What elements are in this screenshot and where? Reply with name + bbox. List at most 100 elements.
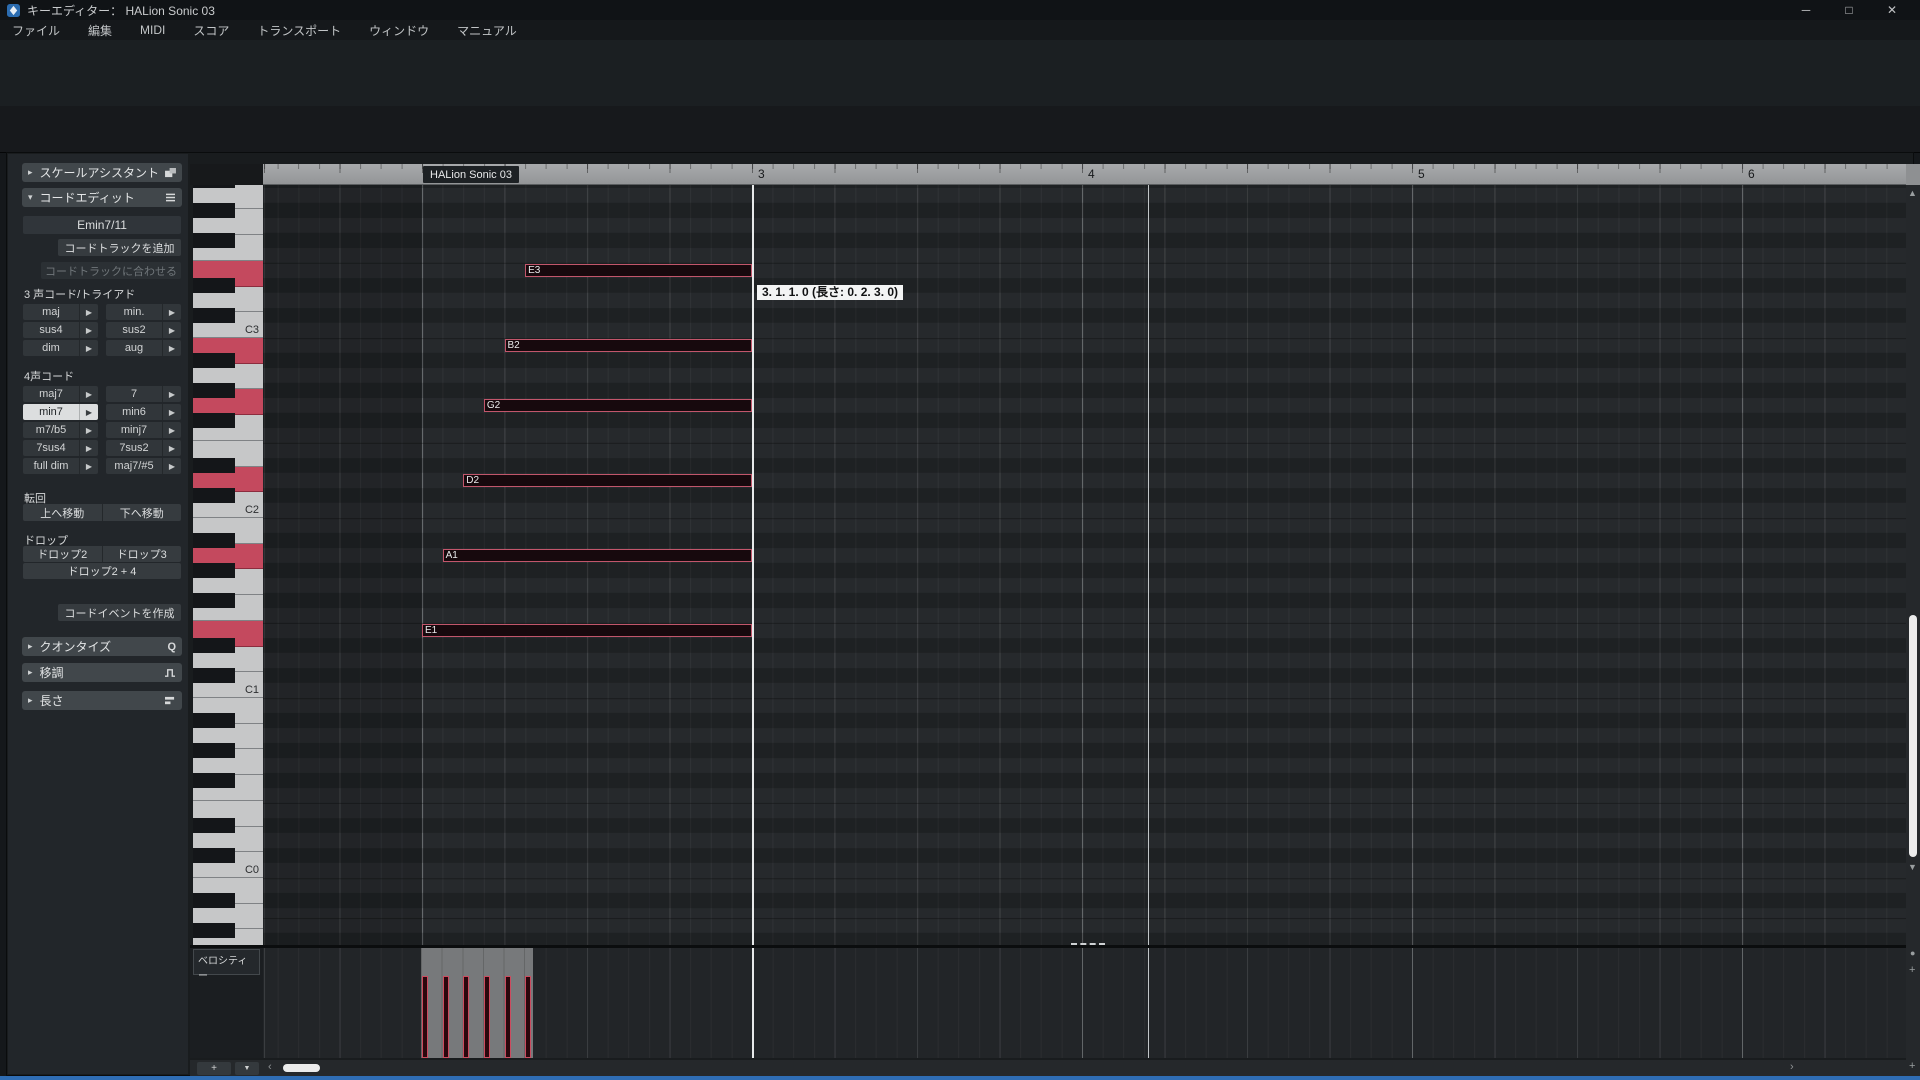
- velocity-bar-B2[interactable]: [505, 976, 511, 1058]
- chord-play-arrow[interactable]: ▶: [79, 404, 98, 420]
- midi-note-E3[interactable]: E3: [525, 264, 752, 277]
- timeline-ruler[interactable]: 3 4 5 6 HALion Sonic 03: [263, 164, 1906, 185]
- chord-button-aug[interactable]: aug▶: [106, 340, 181, 356]
- black-key[interactable]: [193, 458, 235, 473]
- black-key[interactable]: [193, 488, 235, 503]
- vertical-zoom-plus[interactable]: +: [1909, 964, 1915, 976]
- chord-button-minj7[interactable]: minj7▶: [106, 422, 181, 438]
- menu-edit[interactable]: 編集: [88, 22, 112, 39]
- velocity-bar-A1[interactable]: [443, 976, 449, 1058]
- chord-button-maj75[interactable]: maj7/#5▶: [106, 458, 181, 474]
- menu-manual[interactable]: マニュアル: [457, 22, 517, 39]
- chord-button-m7b5[interactable]: m7/b5▶: [23, 422, 98, 438]
- piano-keyboard[interactable]: C3C2C1C0: [193, 185, 263, 945]
- lane-preset-dropdown[interactable]: ▼: [235, 1062, 259, 1075]
- scroll-right-arrow[interactable]: ›: [1790, 1061, 1794, 1073]
- close-button[interactable]: ✕: [1884, 3, 1900, 17]
- length-section[interactable]: ▸ 長さ: [22, 691, 182, 710]
- chord-button-7sus4[interactable]: 7sus4▶: [23, 440, 98, 456]
- vertical-scrollbar-thumb[interactable]: [1909, 615, 1917, 857]
- chord-play-arrow[interactable]: ▶: [79, 422, 98, 438]
- black-key[interactable]: [193, 818, 235, 833]
- chord-play-arrow[interactable]: ▶: [162, 386, 181, 402]
- midi-note-G2[interactable]: G2: [484, 399, 752, 412]
- black-key[interactable]: [193, 668, 235, 683]
- chord-button-maj[interactable]: maj▶: [23, 304, 98, 320]
- scroll-up-arrow[interactable]: ▲: [1908, 188, 1917, 198]
- drop3-button[interactable]: ドロップ3: [102, 546, 182, 562]
- chord-play-arrow[interactable]: ▶: [79, 340, 98, 356]
- zoom-slider-dot[interactable]: ●: [1910, 948, 1915, 958]
- black-key[interactable]: [193, 383, 235, 398]
- chord-button-dim[interactable]: dim▶: [23, 340, 98, 356]
- transpose-section[interactable]: ▸ 移調: [22, 663, 182, 682]
- velocity-bar-E1[interactable]: [422, 976, 428, 1058]
- velocity-lane-label[interactable]: ベロシティー: [193, 949, 260, 975]
- black-key[interactable]: [193, 533, 235, 548]
- black-key[interactable]: [193, 353, 235, 368]
- midi-note-A1[interactable]: A1: [443, 549, 752, 562]
- move-up-inversion-button[interactable]: 上へ移動: [23, 504, 102, 521]
- chord-button-sus2[interactable]: sus2▶: [106, 322, 181, 338]
- drop2-button[interactable]: ドロップ2: [23, 546, 102, 562]
- black-key[interactable]: [193, 563, 235, 578]
- chord-play-arrow[interactable]: ▶: [79, 386, 98, 402]
- move-down-inversion-button[interactable]: 下へ移動: [102, 504, 182, 521]
- velocity-lane[interactable]: [263, 948, 1906, 1058]
- menu-transport[interactable]: トランスポート: [257, 22, 341, 39]
- create-chord-event-button[interactable]: コードイベントを作成: [58, 604, 181, 621]
- chord-edit-section[interactable]: ▾ コードエディット: [22, 188, 182, 207]
- add-chord-track-button[interactable]: コードトラックを追加: [58, 239, 181, 256]
- chord-play-arrow[interactable]: ▶: [162, 440, 181, 456]
- match-chord-track-button[interactable]: コードトラックに合わせる: [41, 262, 181, 279]
- black-key[interactable]: [193, 773, 235, 788]
- menu-file[interactable]: ファイル: [12, 22, 60, 39]
- horizontal-zoom-plus[interactable]: +: [1909, 1060, 1915, 1072]
- chord-button-fulldim[interactable]: full dim▶: [23, 458, 98, 474]
- black-key[interactable]: [193, 743, 235, 758]
- chord-play-arrow[interactable]: ▶: [162, 422, 181, 438]
- black-key[interactable]: [193, 203, 235, 218]
- black-key[interactable]: [193, 713, 235, 728]
- part-name-tab[interactable]: HALion Sonic 03: [423, 166, 519, 183]
- chord-play-arrow[interactable]: ▶: [162, 322, 181, 338]
- chord-play-arrow[interactable]: ▶: [162, 404, 181, 420]
- horizontal-scrollbar-thumb[interactable]: [283, 1064, 320, 1072]
- midi-note-E1[interactable]: E1: [422, 624, 752, 637]
- velocity-bar-E3[interactable]: [525, 976, 531, 1058]
- chord-button-min[interactable]: min.▶: [106, 304, 181, 320]
- quantize-section[interactable]: ▸ クオンタイズ Q: [22, 637, 182, 656]
- chord-play-arrow[interactable]: ▶: [162, 340, 181, 356]
- chord-play-arrow[interactable]: ▶: [79, 440, 98, 456]
- scale-assistant-section[interactable]: ▸ スケールアシスタント: [22, 163, 182, 182]
- maximize-button[interactable]: □: [1841, 3, 1857, 17]
- black-key[interactable]: [193, 638, 235, 653]
- black-key[interactable]: [193, 413, 235, 428]
- black-key[interactable]: [193, 893, 235, 908]
- chord-button-7[interactable]: 7▶: [106, 386, 181, 402]
- chord-play-arrow[interactable]: ▶: [79, 458, 98, 474]
- black-key[interactable]: [193, 308, 235, 323]
- black-key[interactable]: [193, 278, 235, 293]
- chord-button-sus4[interactable]: sus4▶: [23, 322, 98, 338]
- menu-midi[interactable]: MIDI: [140, 23, 165, 37]
- black-key[interactable]: [193, 593, 235, 608]
- chord-play-arrow[interactable]: ▶: [79, 322, 98, 338]
- black-key[interactable]: [193, 848, 235, 863]
- velocity-bar-G2[interactable]: [484, 976, 490, 1058]
- project-cursor-line[interactable]: [752, 185, 754, 945]
- midi-note-D2[interactable]: D2: [463, 474, 752, 487]
- chord-button-maj7[interactable]: maj7▶: [23, 386, 98, 402]
- chord-button-7sus2[interactable]: 7sus2▶: [106, 440, 181, 456]
- black-key[interactable]: [193, 185, 235, 188]
- chord-play-arrow[interactable]: ▶: [162, 304, 181, 320]
- lane-resize-handle[interactable]: [1071, 943, 1105, 945]
- velocity-bar-D2[interactable]: [463, 976, 469, 1058]
- scroll-left-arrow[interactable]: ‹: [268, 1061, 272, 1073]
- chord-button-min7[interactable]: min7▶: [23, 404, 98, 420]
- menu-window[interactable]: ウィンドウ: [369, 22, 429, 39]
- chord-button-min6[interactable]: min6▶: [106, 404, 181, 420]
- drop24-button[interactable]: ドロップ2 + 4: [23, 563, 181, 579]
- scroll-down-arrow[interactable]: ▼: [1908, 862, 1917, 872]
- black-key[interactable]: [193, 233, 235, 248]
